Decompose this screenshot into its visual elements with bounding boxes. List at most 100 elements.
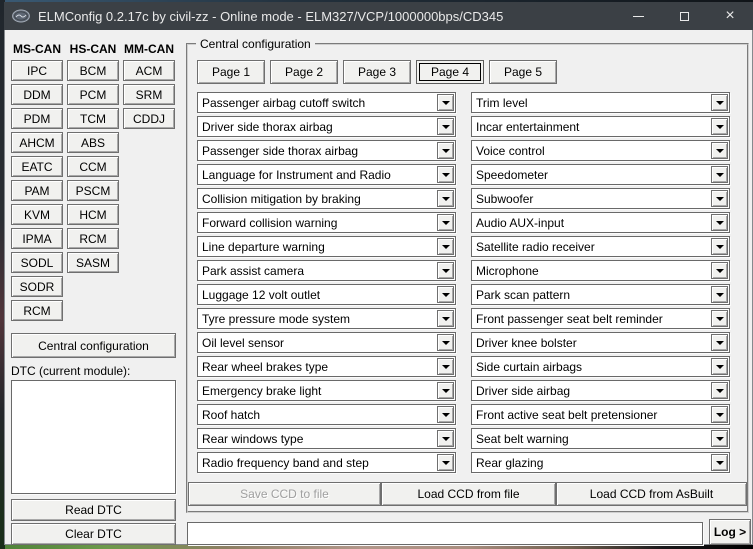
chevron-down-icon[interactable] bbox=[437, 190, 454, 207]
module-button-sasm[interactable]: SASM bbox=[67, 252, 119, 273]
dropdown-oil-level-sensor[interactable]: Oil level sensor bbox=[197, 332, 456, 353]
close-button[interactable]: × bbox=[707, 2, 753, 30]
module-button-pcm[interactable]: PCM bbox=[67, 84, 119, 105]
chevron-down-icon[interactable] bbox=[437, 454, 454, 471]
dropdown-park-assist-camera[interactable]: Park assist camera bbox=[197, 260, 456, 281]
chevron-down-icon[interactable] bbox=[437, 310, 454, 327]
chevron-down-icon[interactable] bbox=[437, 334, 454, 351]
dropdown-tyre-pressure-mode-system[interactable]: Tyre pressure mode system bbox=[197, 308, 456, 329]
dropdown-passenger-airbag-cutoff-switch[interactable]: Passenger airbag cutoff switch bbox=[197, 92, 456, 113]
module-button-cddj[interactable]: CDDJ bbox=[123, 108, 175, 129]
chevron-down-icon[interactable] bbox=[711, 358, 728, 375]
module-button-sodr[interactable]: SODR bbox=[11, 276, 63, 297]
chevron-down-icon[interactable] bbox=[437, 142, 454, 159]
dropdown-forward-collision-warning[interactable]: Forward collision warning bbox=[197, 212, 456, 233]
chevron-down-icon[interactable] bbox=[437, 262, 454, 279]
tab-page-4-selected[interactable]: Page 4 bbox=[416, 60, 484, 84]
dropdown-driver-knee-bolster[interactable]: Driver knee bolster bbox=[471, 332, 730, 353]
dropdown-rear-wheel-brakes-type[interactable]: Rear wheel brakes type bbox=[197, 356, 456, 377]
dropdown-front-active-seat-belt-pretensioner[interactable]: Front active seat belt pretensioner bbox=[471, 404, 730, 425]
dropdown-driver-side-thorax-airbag[interactable]: Driver side thorax airbag bbox=[197, 116, 456, 137]
chevron-down-icon[interactable] bbox=[437, 118, 454, 135]
module-button-sodl[interactable]: SODL bbox=[11, 252, 63, 273]
dropdown-side-curtain-airbags[interactable]: Side curtain airbags bbox=[471, 356, 730, 377]
read-dtc-button[interactable]: Read DTC bbox=[11, 499, 176, 521]
module-button-ipma[interactable]: IPMA bbox=[11, 228, 63, 249]
chevron-down-icon[interactable] bbox=[711, 286, 728, 303]
chevron-down-icon[interactable] bbox=[711, 190, 728, 207]
chevron-down-icon[interactable] bbox=[437, 166, 454, 183]
chevron-down-icon[interactable] bbox=[711, 142, 728, 159]
chevron-down-icon[interactable] bbox=[437, 238, 454, 255]
module-button-eatc[interactable]: EATC bbox=[11, 156, 63, 177]
chevron-down-icon[interactable] bbox=[711, 310, 728, 327]
dropdown-radio-frequency-band-and-step[interactable]: Radio frequency band and step bbox=[197, 452, 456, 473]
maximize-button[interactable] bbox=[661, 2, 707, 30]
module-button-ahcm[interactable]: AHCM bbox=[11, 132, 63, 153]
chevron-down-icon[interactable] bbox=[437, 358, 454, 375]
module-button-pdm[interactable]: PDM bbox=[11, 108, 63, 129]
module-button-pscm[interactable]: PSCM bbox=[67, 180, 119, 201]
module-button-tcm[interactable]: TCM bbox=[67, 108, 119, 129]
chevron-down-icon[interactable] bbox=[711, 430, 728, 447]
dropdown-microphone[interactable]: Microphone bbox=[471, 260, 730, 281]
dropdown-rear-windows-type[interactable]: Rear windows type bbox=[197, 428, 456, 449]
chevron-down-icon[interactable] bbox=[711, 94, 728, 111]
chevron-down-icon[interactable] bbox=[437, 382, 454, 399]
module-button-ddm[interactable]: DDM bbox=[11, 84, 63, 105]
dropdown-luggage-12-volt-outlet[interactable]: Luggage 12 volt outlet bbox=[197, 284, 456, 305]
log-toggle-button[interactable]: Log > bbox=[709, 519, 751, 545]
tab-page-1[interactable]: Page 1 bbox=[197, 60, 265, 84]
module-button-abs[interactable]: ABS bbox=[67, 132, 119, 153]
chevron-down-icon[interactable] bbox=[711, 454, 728, 471]
dropdown-subwoofer[interactable]: Subwoofer bbox=[471, 188, 730, 209]
module-button-kvm[interactable]: KVM bbox=[11, 204, 63, 225]
module-button-srm[interactable]: SRM bbox=[123, 84, 175, 105]
dropdown-language-for-instrument-and-radio[interactable]: Language for Instrument and Radio bbox=[197, 164, 456, 185]
central-configuration-button[interactable]: Central configuration bbox=[11, 333, 176, 358]
module-button-ipc[interactable]: IPC bbox=[11, 60, 63, 81]
dropdown-seat-belt-warning[interactable]: Seat belt warning bbox=[471, 428, 730, 449]
module-button-acm[interactable]: ACM bbox=[123, 60, 175, 81]
dropdown-roof-hatch[interactable]: Roof hatch bbox=[197, 404, 456, 425]
chevron-down-icon[interactable] bbox=[711, 118, 728, 135]
chevron-down-icon[interactable] bbox=[437, 214, 454, 231]
minimize-button[interactable] bbox=[615, 2, 661, 30]
chevron-down-icon[interactable] bbox=[437, 286, 454, 303]
dropdown-trim-level[interactable]: Trim level bbox=[471, 92, 730, 113]
chevron-down-icon[interactable] bbox=[437, 406, 454, 423]
module-button-pam[interactable]: PAM bbox=[11, 180, 63, 201]
chevron-down-icon[interactable] bbox=[711, 214, 728, 231]
chevron-down-icon[interactable] bbox=[437, 430, 454, 447]
dropdown-rear-glazing[interactable]: Rear glazing bbox=[471, 452, 730, 473]
module-button-rcm[interactable]: RCM bbox=[67, 228, 119, 249]
dropdown-front-passenger-seat-belt-reminder[interactable]: Front passenger seat belt reminder bbox=[471, 308, 730, 329]
dropdown-incar-entertainment[interactable]: Incar entertainment bbox=[471, 116, 730, 137]
tab-page-2[interactable]: Page 2 bbox=[270, 60, 338, 84]
dropdown-satellite-radio-receiver[interactable]: Satellite radio receiver bbox=[471, 236, 730, 257]
tab-page-3[interactable]: Page 3 bbox=[343, 60, 411, 84]
module-button-hcm[interactable]: HCM bbox=[67, 204, 119, 225]
clear-dtc-button[interactable]: Clear DTC bbox=[11, 523, 176, 545]
titlebar[interactable]: ELMConfig 0.2.17c by civil-zz - Online m… bbox=[4, 2, 753, 30]
dropdown-audio-aux-input[interactable]: Audio AUX-input bbox=[471, 212, 730, 233]
chevron-down-icon[interactable] bbox=[711, 382, 728, 399]
module-button-bcm[interactable]: BCM bbox=[67, 60, 119, 81]
chevron-down-icon[interactable] bbox=[711, 238, 728, 255]
chevron-down-icon[interactable] bbox=[711, 166, 728, 183]
dropdown-speedometer[interactable]: Speedometer bbox=[471, 164, 730, 185]
command-input[interactable] bbox=[187, 522, 703, 545]
dropdown-emergency-brake-light[interactable]: Emergency brake light bbox=[197, 380, 456, 401]
module-button-rcm[interactable]: RCM bbox=[11, 300, 63, 321]
load-ccd-from-asbuilt-button[interactable]: Load CCD from AsBuilt bbox=[556, 482, 747, 506]
dtc-list[interactable] bbox=[11, 380, 176, 494]
dropdown-passenger-side-thorax-airbag[interactable]: Passenger side thorax airbag bbox=[197, 140, 456, 161]
chevron-down-icon[interactable] bbox=[711, 406, 728, 423]
tab-page-5[interactable]: Page 5 bbox=[489, 60, 557, 84]
dropdown-voice-control[interactable]: Voice control bbox=[471, 140, 730, 161]
module-button-ccm[interactable]: CCM bbox=[67, 156, 119, 177]
load-ccd-from-file-button[interactable]: Load CCD from file bbox=[381, 482, 556, 506]
chevron-down-icon[interactable] bbox=[711, 262, 728, 279]
dropdown-park-scan-pattern[interactable]: Park scan pattern bbox=[471, 284, 730, 305]
dropdown-collision-mitigation-by-braking[interactable]: Collision mitigation by braking bbox=[197, 188, 456, 209]
